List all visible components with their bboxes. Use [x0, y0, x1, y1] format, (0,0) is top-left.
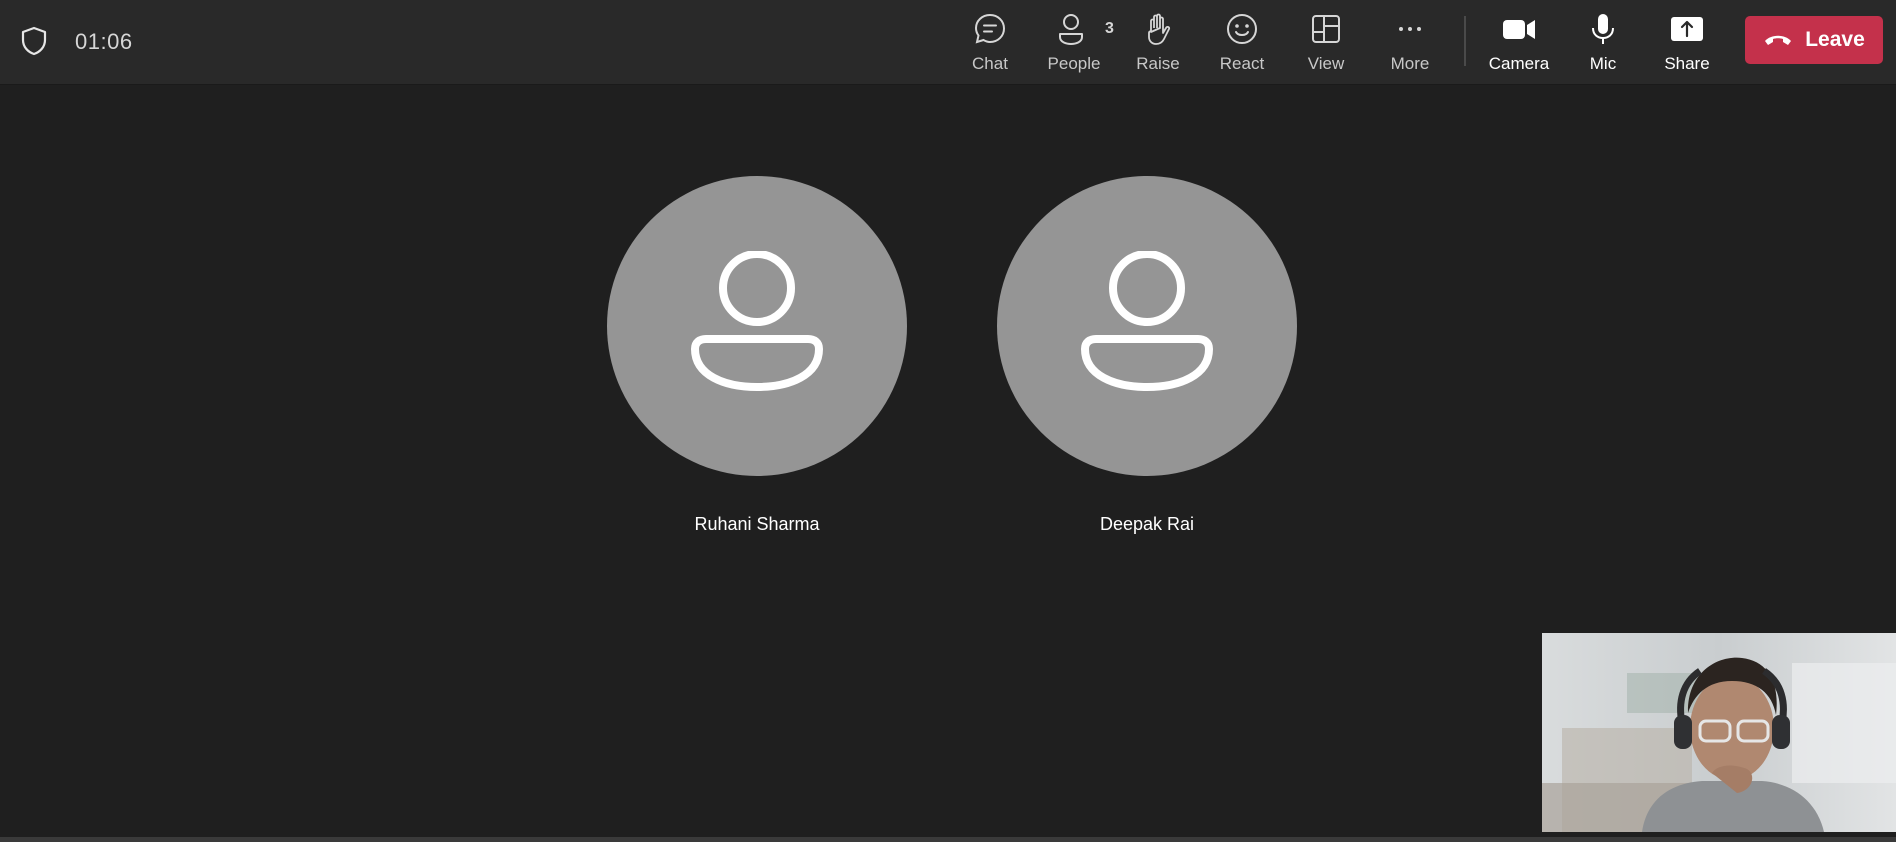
- mic-label: Mic: [1589, 54, 1617, 73]
- mic-button[interactable]: Mic: [1563, 8, 1643, 78]
- self-video-image: [1542, 633, 1896, 832]
- more-button[interactable]: More: [1370, 8, 1450, 78]
- people-button[interactable]: 3 People: [1034, 8, 1114, 78]
- participant-tile[interactable]: Deepak Rai: [997, 176, 1297, 535]
- camera-label: Camera: [1488, 54, 1550, 73]
- participant-tile[interactable]: Ruhani Sharma: [607, 176, 907, 535]
- shield-icon[interactable]: [20, 26, 48, 56]
- chat-button[interactable]: Chat: [950, 8, 1030, 78]
- people-label: People: [1047, 54, 1101, 73]
- view-button[interactable]: View: [1286, 8, 1366, 78]
- react-button[interactable]: React: [1202, 8, 1282, 78]
- raise-label: Raise: [1136, 54, 1180, 73]
- chat-label: Chat: [972, 54, 1008, 73]
- participant-name: Ruhani Sharma: [694, 514, 820, 534]
- person-icon: [691, 251, 823, 391]
- leave-label: Leave: [1805, 28, 1865, 51]
- bottom-border: [0, 837, 1896, 842]
- raise-hand-button[interactable]: Raise: [1118, 8, 1198, 78]
- share-label: Share: [1664, 54, 1710, 73]
- view-label: View: [1307, 54, 1345, 73]
- leave-button[interactable]: Leave: [1745, 16, 1883, 64]
- toolbar-divider: [1464, 16, 1466, 66]
- self-video-preview[interactable]: [1542, 633, 1896, 832]
- hand-icon: [1140, 11, 1176, 47]
- person-icon: [1081, 251, 1213, 391]
- react-label: React: [1219, 54, 1265, 73]
- meeting-timer: 01:06: [75, 29, 133, 54]
- mic-icon: [1585, 11, 1621, 47]
- camera-button[interactable]: Camera: [1479, 8, 1559, 78]
- hangup-icon: [1765, 35, 1792, 45]
- ellipsis-icon: [1392, 11, 1428, 47]
- people-icon: 3: [1056, 11, 1114, 47]
- more-label: More: [1390, 54, 1430, 73]
- layout-icon: [1308, 11, 1344, 47]
- meeting-toolbar: 01:06 Chat 3 People Raise React View Mor…: [0, 0, 1896, 85]
- smiley-icon: [1224, 11, 1260, 47]
- chat-icon: [972, 11, 1008, 47]
- avatar: [607, 176, 907, 476]
- avatar: [997, 176, 1297, 476]
- camera-icon: [1501, 11, 1537, 47]
- participant-name: Deepak Rai: [1099, 514, 1195, 534]
- share-button[interactable]: Share: [1647, 8, 1727, 78]
- share-tray-icon: [1669, 11, 1705, 47]
- people-count-badge: 3: [1105, 20, 1114, 37]
